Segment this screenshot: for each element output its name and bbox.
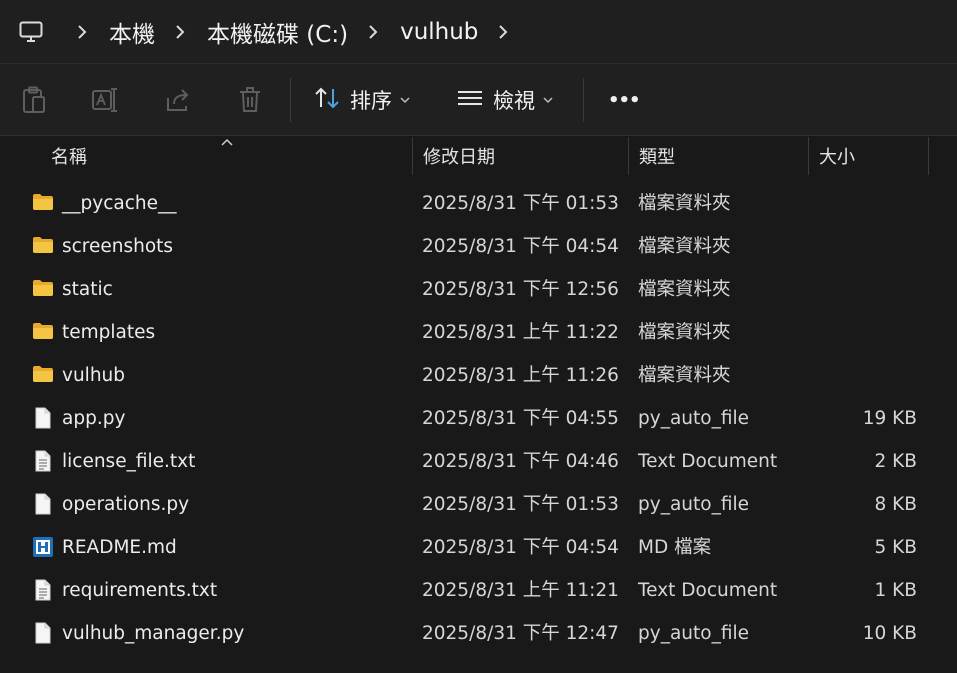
computer-icon[interactable] (19, 20, 43, 44)
rename-icon[interactable] (91, 86, 119, 114)
file-name: screenshots (62, 236, 174, 257)
breadcrumb: 本機 本機磁碟 (C:) vulhub (57, 15, 530, 49)
file-type: py_auto_file (638, 408, 749, 429)
file-name: templates (62, 322, 156, 343)
file-name: README.md (62, 537, 177, 558)
file-size: 5 KB (874, 537, 917, 558)
file-icon (32, 622, 54, 644)
folder-icon (32, 321, 54, 343)
toolbar-divider (290, 78, 291, 122)
sort-label: 排序 (350, 89, 392, 113)
view-button[interactable]: 檢視 (457, 80, 553, 120)
view-label: 檢視 (493, 89, 535, 113)
file-row[interactable]: vulhub 2025/8/31 上午 11:26 檔案資料夾 (0, 354, 957, 397)
file-date: 2025/8/31 上午 11:26 (422, 365, 619, 386)
file-name: app.py (62, 408, 126, 429)
file-row[interactable]: templates 2025/8/31 上午 11:22 檔案資料夾 (0, 311, 957, 354)
file-date: 2025/8/31 上午 11:22 (422, 322, 619, 343)
column-divider[interactable] (628, 137, 629, 175)
column-header: 名稱 修改日期 類型 大小 (0, 136, 957, 176)
text-file-icon (32, 579, 54, 601)
command-toolbar: 排序 檢視 ••• (0, 64, 957, 136)
file-date: 2025/8/31 下午 12:56 (422, 279, 619, 300)
folder-icon (32, 364, 54, 386)
markdown-file-icon (32, 536, 54, 558)
file-size: 10 KB (862, 623, 917, 644)
delete-icon[interactable] (236, 86, 264, 114)
text-file-icon (32, 450, 54, 472)
file-date: 2025/8/31 下午 04:54 (422, 236, 619, 257)
view-list-icon (457, 88, 483, 113)
column-header-size[interactable]: 大小 (819, 136, 855, 176)
file-row[interactable]: app.py 2025/8/31 下午 04:55 py_auto_file 19 K… (0, 397, 957, 440)
file-row[interactable]: README.md 2025/8/31 下午 04:54 MD 檔案 5 KB (0, 526, 957, 569)
breadcrumb-this-pc[interactable]: 本機 (109, 15, 155, 49)
file-icon (32, 493, 54, 515)
column-header-type[interactable]: 類型 (639, 136, 675, 176)
column-divider[interactable] (808, 137, 809, 175)
folder-icon (32, 192, 54, 214)
file-type: 檔案資料夾 (638, 193, 731, 214)
chevron-right-icon[interactable] (77, 24, 93, 40)
share-icon[interactable] (164, 86, 192, 114)
file-size: 1 KB (874, 580, 917, 601)
file-row[interactable]: static 2025/8/31 下午 12:56 檔案資料夾 (0, 268, 957, 311)
file-type: py_auto_file (638, 623, 749, 644)
more-icon: ••• (608, 89, 641, 111)
file-date: 2025/8/31 下午 04:55 (422, 408, 619, 429)
sort-icon (314, 87, 340, 114)
file-date: 2025/8/31 上午 11:21 (422, 580, 619, 601)
more-options-button[interactable]: ••• (608, 80, 641, 120)
column-divider[interactable] (412, 137, 413, 175)
file-name: vulhub (62, 365, 126, 386)
file-list: __pycache__ 2025/8/31 下午 01:53 檔案資料夾 scree… (0, 182, 957, 655)
column-divider[interactable] (928, 137, 929, 175)
chevron-right-icon[interactable] (175, 24, 191, 40)
file-size: 2 KB (874, 451, 917, 472)
file-type: 檔案資料夾 (638, 322, 731, 343)
file-type: 檔案資料夾 (638, 365, 731, 386)
file-type: Text Document (638, 451, 778, 472)
address-bar[interactable]: 本機 本機磁碟 (C:) vulhub (0, 0, 957, 64)
chevron-down-icon (400, 93, 410, 107)
chevron-down-icon (543, 93, 553, 107)
file-name: requirements.txt (62, 580, 218, 601)
folder-icon (32, 278, 54, 300)
file-row[interactable]: operations.py 2025/8/31 下午 01:53 py_auto_f… (0, 483, 957, 526)
sort-ascending-icon (221, 134, 233, 150)
file-name: vulhub_manager.py (62, 623, 245, 644)
file-date: 2025/8/31 下午 01:53 (422, 193, 619, 214)
paste-icon[interactable] (20, 86, 48, 114)
file-date: 2025/8/31 下午 04:54 (422, 537, 619, 558)
file-type: MD 檔案 (638, 537, 712, 558)
file-date: 2025/8/31 下午 04:46 (422, 451, 619, 472)
file-name: license_file.txt (62, 451, 196, 472)
file-row[interactable]: license_file.txt 2025/8/31 下午 04:46 Text D… (0, 440, 957, 483)
file-name: static (62, 279, 113, 300)
file-size: 8 KB (874, 494, 917, 515)
file-icon (32, 407, 54, 429)
file-type: 檔案資料夾 (638, 279, 731, 300)
column-header-name[interactable]: 名稱 (51, 136, 87, 176)
file-name: operations.py (62, 494, 190, 515)
file-date: 2025/8/31 下午 01:53 (422, 494, 619, 515)
file-type: 檔案資料夾 (638, 236, 731, 257)
file-type: Text Document (638, 580, 778, 601)
file-row[interactable]: vulhub_manager.py 2025/8/31 下午 12:47 py_au… (0, 612, 957, 655)
chevron-right-icon[interactable] (498, 24, 514, 40)
chevron-right-icon[interactable] (368, 24, 384, 40)
breadcrumb-vulhub[interactable]: vulhub (400, 19, 478, 45)
file-date: 2025/8/31 下午 12:47 (422, 623, 619, 644)
file-size: 19 KB (862, 408, 917, 429)
toolbar-divider (583, 78, 584, 122)
column-header-date[interactable]: 修改日期 (423, 136, 495, 176)
file-row[interactable]: __pycache__ 2025/8/31 下午 01:53 檔案資料夾 (0, 182, 957, 225)
file-name: __pycache__ (62, 193, 177, 214)
file-row[interactable]: screenshots 2025/8/31 下午 04:54 檔案資料夾 (0, 225, 957, 268)
breadcrumb-local-disk[interactable]: 本機磁碟 (C:) (207, 15, 348, 49)
sort-button[interactable]: 排序 (314, 80, 410, 120)
file-row[interactable]: requirements.txt 2025/8/31 上午 11:21 Text D… (0, 569, 957, 612)
file-type: py_auto_file (638, 494, 749, 515)
folder-icon (32, 235, 54, 257)
